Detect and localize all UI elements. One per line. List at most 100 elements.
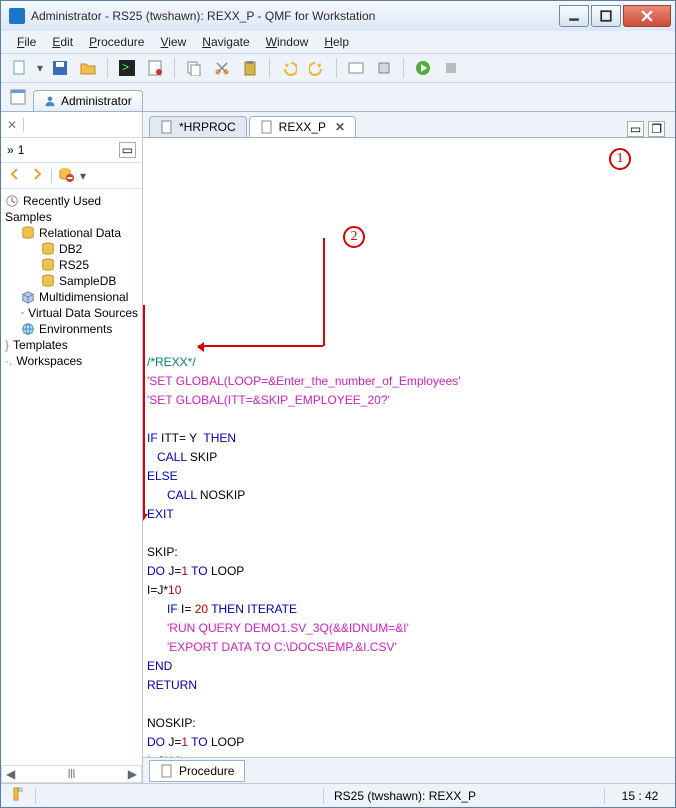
- tree-recently-used[interactable]: Recently Used: [1, 193, 142, 209]
- tool-b-button[interactable]: [373, 57, 395, 79]
- tab-hrproc-label: *HRPROC: [179, 120, 236, 134]
- tree-multidimensional[interactable]: Multidimensional: [1, 289, 142, 305]
- new-button[interactable]: [9, 57, 31, 79]
- menu-procedure[interactable]: Procedure: [83, 33, 150, 51]
- editor-area: *HRPROC REXX_P ✕ ▭ ❐ 1 2: [143, 112, 675, 783]
- app-window: Administrator - RS25 (twshawn): REXX_P -…: [0, 0, 676, 808]
- menubar: File Edit Procedure View Navigate Window…: [1, 31, 675, 53]
- sidebar-toolbar: ▾: [1, 163, 142, 189]
- file-icon: [160, 764, 174, 778]
- tree-relational[interactable]: Relational Data: [1, 225, 142, 241]
- code-editor[interactable]: 1 2 /*REXX*/'SET GLOBAL(LOOP=&Enter_the_…: [143, 138, 675, 757]
- tree-db2[interactable]: DB2: [1, 241, 142, 257]
- paste-button[interactable]: [239, 57, 261, 79]
- menu-navigate[interactable]: Navigate: [196, 33, 255, 51]
- status-left: [1, 787, 35, 804]
- close-tab-icon[interactable]: ✕: [335, 120, 345, 134]
- menu-help[interactable]: Help: [318, 33, 355, 51]
- close-view-icon[interactable]: ✕: [7, 118, 17, 132]
- database-icon: [21, 226, 35, 240]
- delete-db-icon[interactable]: [58, 166, 74, 185]
- perspective-bar: Administrator: [1, 83, 675, 111]
- undo-button[interactable]: [278, 57, 300, 79]
- tree-sampledb[interactable]: SampleDB: [1, 273, 142, 289]
- editor-tabs: *HRPROC REXX_P ✕ ▭ ❐: [143, 112, 675, 138]
- tree-virtual[interactable]: Virtual Data Sources: [1, 305, 142, 321]
- client-area: ✕ » 1 ▭ ▾ Recently Used: [1, 111, 675, 783]
- tree-templates[interactable]: } Templates: [1, 337, 142, 353]
- tree-label: RS25: [59, 258, 89, 272]
- open-perspective-button[interactable]: [7, 86, 29, 108]
- tree-label: SampleDB: [59, 274, 116, 288]
- editor-bottom-tabs: Procedure: [143, 757, 675, 783]
- editor-minimize-button[interactable]: ▭: [627, 121, 644, 137]
- tree-label: Relational Data: [39, 226, 121, 240]
- sidebar-view-toolbar: ✕: [1, 112, 142, 138]
- redo-button[interactable]: [306, 57, 328, 79]
- menu-file[interactable]: File: [11, 33, 42, 51]
- save-button[interactable]: [49, 57, 71, 79]
- tree-label: Workspaces: [16, 354, 82, 368]
- run-button[interactable]: [412, 57, 434, 79]
- sidebar-hscroll[interactable]: ◀ Ⅲ ▶: [1, 765, 142, 783]
- back-icon[interactable]: [7, 166, 23, 185]
- menu-view[interactable]: View: [154, 33, 192, 51]
- status-center: RS25 (twshawn): REXX_P: [324, 789, 604, 803]
- tab-administrator[interactable]: Administrator: [33, 90, 143, 111]
- tab-administrator-label: Administrator: [61, 94, 132, 108]
- editor-maximize-button[interactable]: ❐: [648, 121, 665, 137]
- tree-samples[interactable]: Samples: [1, 209, 142, 225]
- tree-label: Samples: [5, 210, 52, 224]
- toolbar: ▾ >: [1, 53, 675, 83]
- cut-button[interactable]: [211, 57, 233, 79]
- menu-edit[interactable]: Edit: [46, 33, 79, 51]
- tab-rexxp[interactable]: REXX_P ✕: [249, 116, 356, 137]
- app-icon: [9, 8, 25, 24]
- tree-workspaces[interactable]: ·. Workspaces: [1, 353, 142, 369]
- virtual-db-icon: [21, 306, 24, 320]
- tree-label: Multidimensional: [39, 290, 128, 304]
- minimize-button[interactable]: [559, 5, 589, 27]
- window-title: Administrator - RS25 (twshawn): REXX_P -…: [31, 9, 557, 23]
- close-button[interactable]: [623, 5, 671, 27]
- annotation-2: 2: [343, 226, 365, 248]
- tree-rs25[interactable]: RS25: [1, 257, 142, 273]
- tree-environments[interactable]: Environments: [1, 321, 142, 337]
- tree-label: Virtual Data Sources: [28, 306, 138, 320]
- sidebar-prev-button[interactable]: »: [7, 143, 14, 157]
- sidebar: ✕ » 1 ▭ ▾ Recently Used: [1, 112, 143, 783]
- sidebar-menu-chevron-icon[interactable]: ▾: [80, 169, 86, 183]
- tree-label: Recently Used: [23, 194, 101, 208]
- database-icon: [41, 258, 55, 272]
- clock-icon: [5, 194, 19, 208]
- tree-label: DB2: [59, 242, 82, 256]
- status-icon: [11, 787, 25, 801]
- annotation-1: 1: [609, 148, 631, 170]
- titlebar: Administrator - RS25 (twshawn): REXX_P -…: [1, 1, 675, 31]
- stop-button[interactable]: [440, 57, 462, 79]
- open-button[interactable]: [77, 57, 99, 79]
- svg-text:>: >: [122, 60, 129, 74]
- console-button[interactable]: >: [116, 57, 138, 79]
- tab-procedure[interactable]: Procedure: [149, 760, 245, 782]
- database-icon: [41, 274, 55, 288]
- copy-button[interactable]: [183, 57, 205, 79]
- tree[interactable]: Recently Used Samples Relational Data DB…: [1, 189, 142, 765]
- tree-label: Environments: [39, 322, 112, 336]
- maximize-button[interactable]: [591, 5, 621, 27]
- file-icon: [260, 120, 274, 134]
- sidebar-minimize-button[interactable]: ▭: [119, 142, 136, 158]
- tool-a-button[interactable]: [345, 57, 367, 79]
- forward-icon[interactable]: [29, 166, 45, 185]
- window-buttons: [557, 5, 671, 27]
- script-button[interactable]: [144, 57, 166, 79]
- cube-icon: [21, 290, 35, 304]
- tab-hrproc[interactable]: *HRPROC: [149, 116, 247, 137]
- tree-label: Templates: [13, 338, 68, 352]
- database-icon: [41, 242, 55, 256]
- menu-window[interactable]: Window: [260, 33, 315, 51]
- file-icon: [160, 120, 174, 134]
- sidebar-tabs: » 1 ▭: [1, 138, 142, 163]
- globe-icon: [21, 322, 35, 336]
- status-cursor-pos: 15 : 42: [605, 789, 675, 803]
